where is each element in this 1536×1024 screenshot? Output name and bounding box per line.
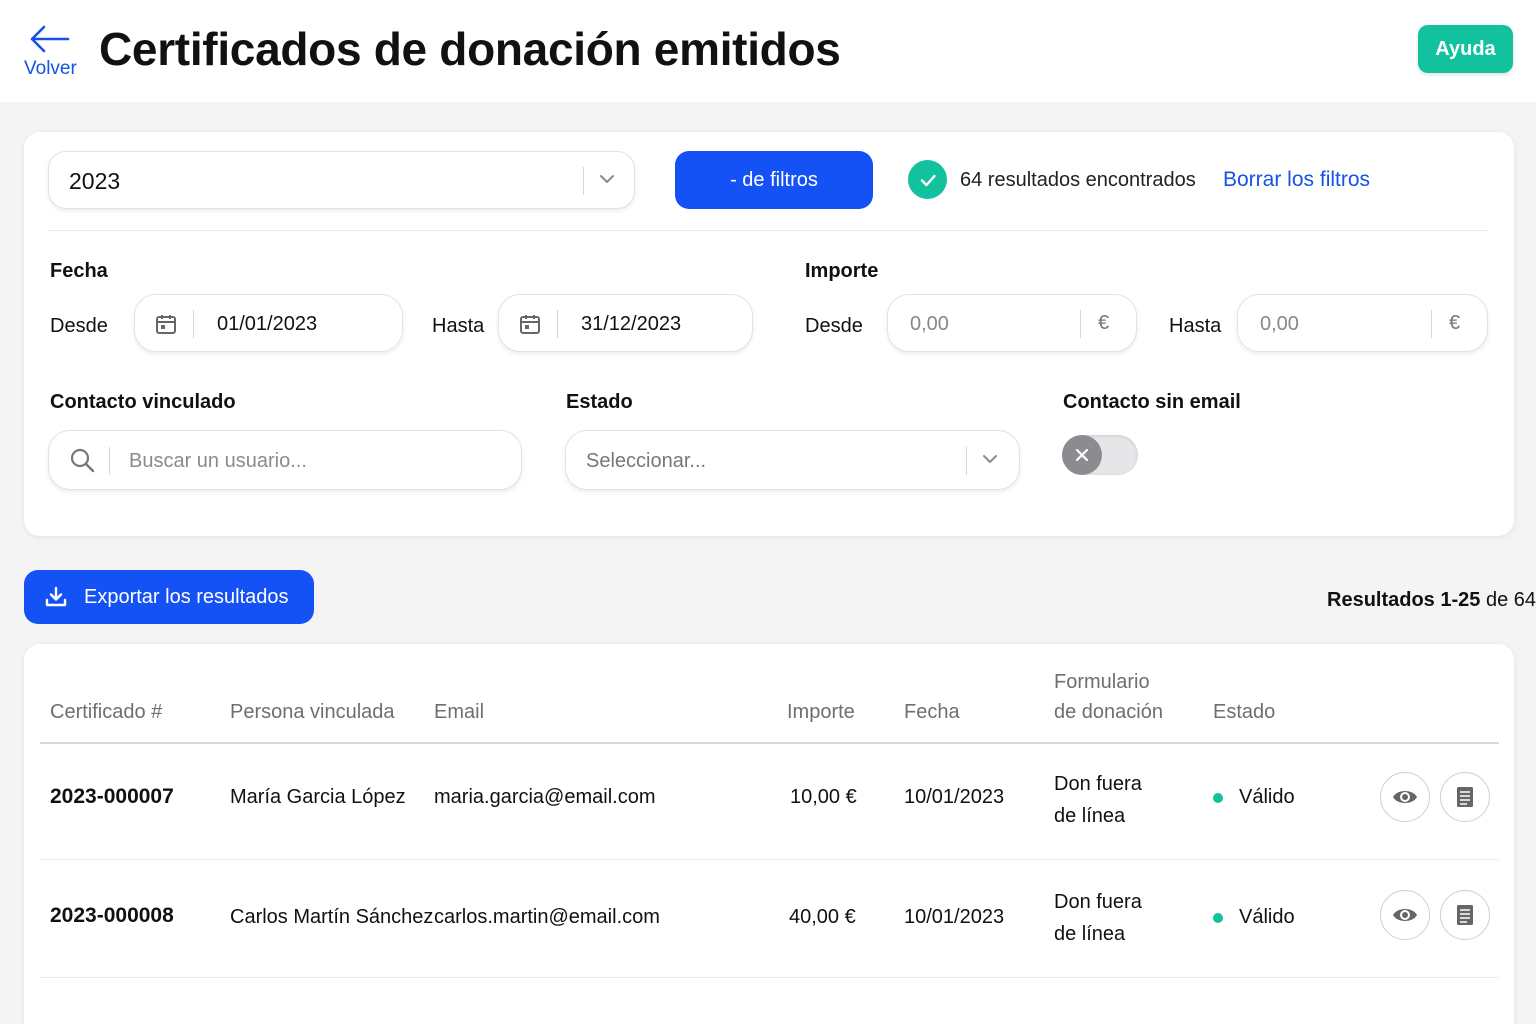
no-email-label: Contacto sin email xyxy=(1063,391,1241,413)
date-label: Fecha xyxy=(50,260,108,282)
euro-symbol: € xyxy=(1449,312,1461,334)
state-select[interactable]: Seleccionar... xyxy=(565,430,1020,490)
cell-person: Carlos Martín Sánchez xyxy=(230,906,434,928)
table-row[interactable]: 2023-000008 Carlos Martín Sánchez carlos… xyxy=(24,862,1514,978)
table-row[interactable]: 2023-000007 María Garcia López maria.gar… xyxy=(24,744,1514,860)
less-filters-button[interactable]: - de filtros xyxy=(675,151,873,209)
amount-to-label: Hasta xyxy=(1169,315,1222,337)
status-dot xyxy=(1213,913,1223,923)
cell-certificate: 2023-000007 xyxy=(50,785,174,808)
select-separator xyxy=(583,167,584,195)
results-range: Resultados 1-25 de 64 xyxy=(1136,589,1536,612)
certificates-table: Certificado # Persona vinculada Email Im… xyxy=(24,644,1514,1024)
chevron-down-icon xyxy=(983,455,997,463)
cell-email: maria.garcia@email.com xyxy=(434,786,656,808)
euro-symbol: € xyxy=(1098,312,1110,334)
column-header-email[interactable]: Email xyxy=(434,697,484,727)
date-from-value: 01/01/2023 xyxy=(217,313,318,335)
document-button[interactable] xyxy=(1440,772,1490,822)
check-icon xyxy=(908,160,947,199)
chevron-down-icon xyxy=(600,175,614,183)
back-label: Volver xyxy=(24,58,77,79)
amount-from-field[interactable]: 0,00 € xyxy=(887,294,1137,352)
column-header-certificate[interactable]: Certificado # xyxy=(50,697,162,727)
calendar-icon xyxy=(520,315,540,334)
amount-from-value: 0,00 xyxy=(910,313,949,335)
cell-date: 10/01/2023 xyxy=(904,786,1005,808)
eye-icon xyxy=(1393,791,1417,803)
export-results-button[interactable]: Exportar los resultados xyxy=(24,570,314,624)
cell-form: Don fuera de línea xyxy=(1054,886,1142,950)
cell-amount: 40,00 € xyxy=(789,906,856,928)
results-found-text: 64 resultados encontrados xyxy=(960,169,1196,191)
view-button[interactable] xyxy=(1380,772,1430,822)
cell-form-line1: Don fuera xyxy=(1054,891,1142,913)
document-icon xyxy=(1457,787,1473,807)
download-icon xyxy=(45,586,67,607)
cell-amount: 10,00 € xyxy=(790,786,857,808)
amount-to-field[interactable]: 0,00 € xyxy=(1237,294,1488,352)
date-to-value: 31/12/2023 xyxy=(581,313,682,335)
page-title: Certificados de donación emitidos xyxy=(99,23,841,75)
field-separator xyxy=(193,310,194,338)
year-select[interactable]: 2023 xyxy=(48,151,635,209)
row-divider xyxy=(40,977,1499,978)
filters-divider xyxy=(48,230,1488,231)
close-icon xyxy=(1062,435,1102,475)
results-range-suffix: de 64 xyxy=(1480,589,1536,611)
view-button[interactable] xyxy=(1380,890,1430,940)
state-label: Estado xyxy=(566,391,633,413)
page-header: Volver Certificados de donación emitidos… xyxy=(0,0,1536,102)
document-icon xyxy=(1457,905,1473,925)
date-to-label: Hasta xyxy=(432,315,485,337)
cell-date: 10/01/2023 xyxy=(904,906,1005,928)
row-divider xyxy=(40,859,1499,860)
contact-search-placeholder: Buscar un usuario... xyxy=(129,450,307,472)
contact-search-input[interactable]: Buscar un usuario... xyxy=(48,430,522,490)
amount-to-value: 0,00 xyxy=(1260,313,1299,335)
date-from-field[interactable]: 01/01/2023 xyxy=(134,294,403,352)
document-button[interactable] xyxy=(1440,890,1490,940)
results-range-prefix: Resultados 1-25 xyxy=(1327,589,1481,611)
cell-form: Don fuera de línea xyxy=(1054,768,1142,832)
cell-form-line2: de línea xyxy=(1054,923,1126,945)
state-select-placeholder: Seleccionar... xyxy=(586,450,707,472)
cell-state: Válido xyxy=(1239,786,1295,808)
eye-icon xyxy=(1393,909,1417,921)
year-value: 2023 xyxy=(69,168,121,194)
date-to-field[interactable]: 31/12/2023 xyxy=(498,294,753,352)
field-separator xyxy=(1431,310,1432,338)
export-results-label: Exportar los resultados xyxy=(84,586,289,608)
help-button[interactable]: Ayuda xyxy=(1418,25,1513,73)
cell-form-line1: Don fuera xyxy=(1054,773,1142,795)
no-email-toggle[interactable] xyxy=(1062,435,1138,475)
clear-filters-link[interactable]: Borrar los filtros xyxy=(1223,168,1370,192)
column-header-person[interactable]: Persona vinculada xyxy=(230,697,395,727)
column-header-date[interactable]: Fecha xyxy=(904,697,960,727)
column-header-form-line2: de donación xyxy=(1054,701,1163,723)
select-separator xyxy=(966,447,967,475)
column-header-state[interactable]: Estado xyxy=(1213,697,1275,727)
calendar-icon xyxy=(156,315,176,334)
cell-certificate: 2023-000008 xyxy=(50,904,174,927)
column-header-form[interactable]: Formulario de donación xyxy=(1054,667,1163,727)
search-icon xyxy=(70,448,95,473)
field-separator xyxy=(1080,310,1081,338)
cell-form-line2: de línea xyxy=(1054,805,1126,827)
cell-person: María Garcia López xyxy=(230,786,406,808)
field-separator xyxy=(109,447,110,475)
field-separator xyxy=(557,310,558,338)
filters-panel: 2023 - de filtros 64 resultados encontra… xyxy=(24,132,1514,536)
amount-from-label: Desde xyxy=(805,315,863,337)
column-header-form-line1: Formulario xyxy=(1054,671,1150,693)
column-header-amount[interactable]: Importe xyxy=(787,697,855,727)
status-dot xyxy=(1213,793,1223,803)
back-button[interactable]: Volver xyxy=(22,24,82,84)
cell-state: Válido xyxy=(1239,906,1295,928)
cell-email: carlos.martin@email.com xyxy=(434,906,660,928)
arrow-left-icon xyxy=(30,25,70,53)
amount-label: Importe xyxy=(805,260,879,282)
date-from-label: Desde xyxy=(50,315,108,337)
contact-label: Contacto vinculado xyxy=(50,391,236,413)
